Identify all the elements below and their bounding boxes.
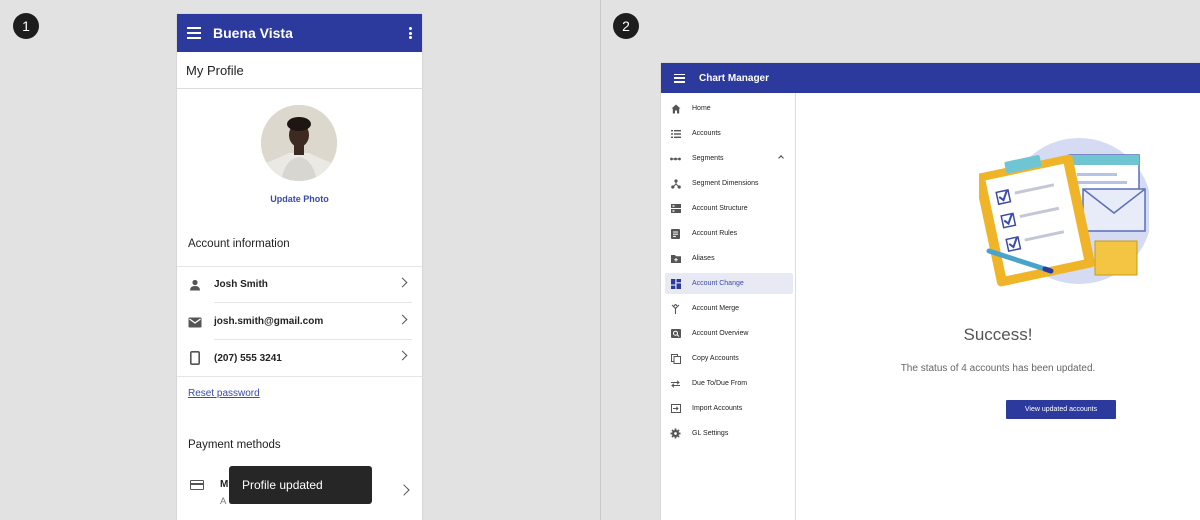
account-email-text: josh.smith@gmail.com [214,304,412,340]
structure-icon [670,203,681,214]
nav-item-due-to-due-from[interactable]: Due To/Due From [665,373,793,394]
nav-label: Home [692,105,711,112]
dashboard-icon [670,278,681,289]
nav-label: Copy Accounts [692,355,739,362]
nav-item-account-merge[interactable]: Account Merge [665,298,793,319]
nav-label: Due To/Due From [692,380,748,387]
nav-label: Import Accounts [692,405,743,412]
account-row-phone[interactable]: (207) 555 3241 [188,340,412,376]
nav-item-home[interactable]: Home [665,98,793,119]
more-vert-icon[interactable] [408,27,412,39]
mobile-app-bar: Buena Vista [177,14,422,52]
nav-item-account-structure[interactable]: Account Structure [665,198,793,219]
payment-methods-heading: Payment methods [188,439,281,451]
chevron-up-icon[interactable] [778,155,784,161]
swap-icon [670,378,681,389]
nav-label: Account Structure [692,205,748,212]
success-title: Success! [963,325,1033,344]
account-row-name[interactable]: Josh Smith [188,267,412,303]
panel-divider [600,0,601,520]
nav-item-copy-accounts[interactable]: Copy Accounts [665,348,793,369]
nav-label: Account Merge [692,305,740,312]
copy-icon [670,353,681,364]
email-icon [188,315,202,329]
credit-card-icon [190,480,204,490]
nav-item-aliases[interactable]: Aliases [665,248,793,269]
nav-label: GL Settings [692,430,729,437]
merge-icon [670,303,681,314]
desktop-app-bar: Chart Manager [661,63,1200,93]
nav-item-import-accounts[interactable]: Import Accounts [665,398,793,419]
app-title: Buena Vista [213,25,293,41]
hierarchy-icon [670,178,681,189]
gear-icon [670,428,681,439]
nav-label: Accounts [692,130,721,137]
nav-label: Aliases [692,255,715,262]
nav-item-account-overview[interactable]: Account Overview [665,323,793,344]
snackbar-text: Profile updated [242,478,323,492]
payment-method-name: M [220,479,229,490]
menu-icon[interactable] [187,27,201,39]
person-icon [188,278,202,292]
reset-password-link[interactable]: Reset password [188,388,260,399]
success-message: The status of 4 accounts has been update… [900,363,1096,374]
account-phone-text: (207) 555 3241 [214,352,282,364]
row-divider [177,376,422,377]
desktop-chart-manager: Chart Manager Home Accounts Segments Seg… [661,63,1200,520]
folder-icon [670,253,681,264]
nav-item-gl-settings[interactable]: GL Settings [665,423,793,444]
overview-icon [670,328,681,339]
phone-icon [188,351,202,365]
menu-icon[interactable] [674,73,685,83]
list-icon [670,128,681,139]
side-navigation: Home Accounts Segments Segment Dimension… [661,93,796,520]
mobile-profile-screen: Buena Vista My Profile Update Photo Acco… [177,14,422,520]
chevron-right-icon [398,484,410,496]
segments-icon [670,153,681,164]
update-photo-link[interactable]: Update Photo [177,194,422,204]
view-updated-accounts-button[interactable]: View updated accounts [1006,400,1116,419]
nav-item-segment-dimensions[interactable]: Segment Dimensions [665,173,793,194]
account-info-heading: Account information [188,238,290,250]
profile-avatar[interactable] [261,105,337,181]
nav-label: Account Rules [692,230,738,237]
step-badge-2: 2 [613,13,639,39]
nav-item-segments[interactable]: Segments [665,148,793,169]
import-icon [670,403,681,414]
home-icon [670,103,681,114]
nav-label: Segments [692,155,724,162]
nav-label: Account Overview [692,330,749,337]
snackbar: Profile updated [229,466,372,504]
nav-label: Account Change [692,280,744,287]
app-title: Chart Manager [699,72,770,84]
step-badge-1: 1 [13,13,39,39]
page-title: My Profile [177,52,422,89]
nav-label: Segment Dimensions [692,180,759,187]
nav-item-account-rules[interactable]: Account Rules [665,223,793,244]
success-illustration [974,133,1152,288]
account-name-text: Josh Smith [214,267,412,303]
nav-item-account-change[interactable]: Account Change [665,273,793,294]
nav-item-accounts[interactable]: Accounts [665,123,793,144]
account-row-email[interactable]: josh.smith@gmail.com [188,304,412,340]
rules-icon [670,228,681,239]
